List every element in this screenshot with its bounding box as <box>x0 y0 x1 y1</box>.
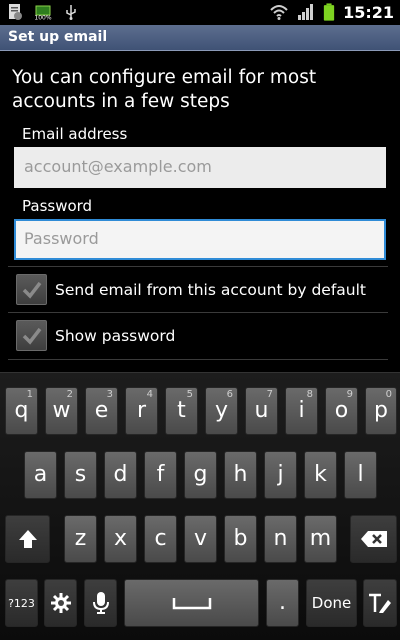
key-x[interactable]: x <box>104 515 137 563</box>
period-key[interactable]: . <box>266 579 299 627</box>
symbols-key[interactable]: ?123 <box>5 579 38 627</box>
text-mode-key[interactable] <box>363 579 397 627</box>
key-m[interactable]: m <box>304 515 337 563</box>
key-r[interactable]: 4r <box>125 387 158 435</box>
intro-text: You can configure email for most account… <box>12 67 317 112</box>
key-i[interactable]: 8i <box>285 387 318 435</box>
key-d[interactable]: d <box>104 451 137 499</box>
clock: 15:21 <box>343 2 394 22</box>
key-k[interactable]: k <box>304 451 337 499</box>
settings-key[interactable] <box>44 579 77 627</box>
backspace-icon <box>360 531 387 547</box>
show-password-checkbox-row[interactable]: Show password <box>14 316 386 356</box>
wifi-icon <box>270 5 288 20</box>
text-mode-icon <box>369 593 391 613</box>
default-account-checkbox[interactable] <box>16 274 47 305</box>
key-s[interactable]: s <box>64 451 97 499</box>
done-key[interactable]: Done <box>306 579 357 627</box>
key-t[interactable]: 5t <box>165 387 198 435</box>
key-n[interactable]: n <box>264 515 297 563</box>
svg-text:100%: 100% <box>34 15 51 22</box>
battery-icon <box>323 3 335 21</box>
voice-input-key[interactable] <box>84 579 117 627</box>
checkmark-icon <box>22 327 42 345</box>
email-input[interactable]: account@example.com <box>14 147 386 188</box>
status-bar: 100% 15:21 <box>0 0 400 25</box>
checkmark-icon <box>22 281 42 299</box>
on-screen-keyboard: 1q 2w 3e 4r 5t 6y 7u 8i 9o 0p a s d f g … <box>0 372 400 640</box>
shift-key[interactable] <box>5 515 50 563</box>
key-f[interactable]: f <box>144 451 177 499</box>
key-p[interactable]: 0p <box>365 387 397 435</box>
key-z[interactable]: z <box>64 515 97 563</box>
battery-percent-icon: 100% <box>34 5 52 22</box>
key-j[interactable]: j <box>264 451 297 499</box>
document-icon <box>9 4 22 20</box>
password-input[interactable]: Password <box>14 219 386 260</box>
show-password-checkbox[interactable] <box>16 320 47 351</box>
gear-icon <box>50 593 71 613</box>
email-label: Email address <box>22 125 128 143</box>
key-e[interactable]: 3e <box>85 387 118 435</box>
usb-icon <box>66 5 76 20</box>
space-key[interactable] <box>124 579 259 627</box>
divider <box>8 359 388 360</box>
page-title: Set up email <box>8 29 108 45</box>
shift-icon <box>18 530 37 548</box>
default-account-label: Send email from this account by default <box>55 281 366 299</box>
app-title-bar: Set up email <box>0 25 400 51</box>
password-label: Password <box>22 197 93 215</box>
key-h[interactable]: h <box>224 451 257 499</box>
space-icon <box>172 598 211 610</box>
key-y[interactable]: 6y <box>205 387 238 435</box>
divider <box>8 312 388 313</box>
key-l[interactable]: l <box>344 451 377 499</box>
key-o[interactable]: 9o <box>325 387 358 435</box>
key-g[interactable]: g <box>184 451 217 499</box>
microphone-icon <box>92 592 109 614</box>
key-w[interactable]: 2w <box>45 387 78 435</box>
show-password-label: Show password <box>55 327 176 345</box>
key-u[interactable]: 7u <box>245 387 278 435</box>
key-a[interactable]: a <box>24 451 57 499</box>
key-v[interactable]: v <box>184 515 217 563</box>
default-account-checkbox-row[interactable]: Send email from this account by default <box>14 270 386 310</box>
key-q[interactable]: 1q <box>5 387 38 435</box>
key-b[interactable]: b <box>224 515 257 563</box>
backspace-key[interactable] <box>350 515 397 563</box>
key-c[interactable]: c <box>144 515 177 563</box>
divider <box>8 266 388 267</box>
signal-icon <box>298 4 314 20</box>
